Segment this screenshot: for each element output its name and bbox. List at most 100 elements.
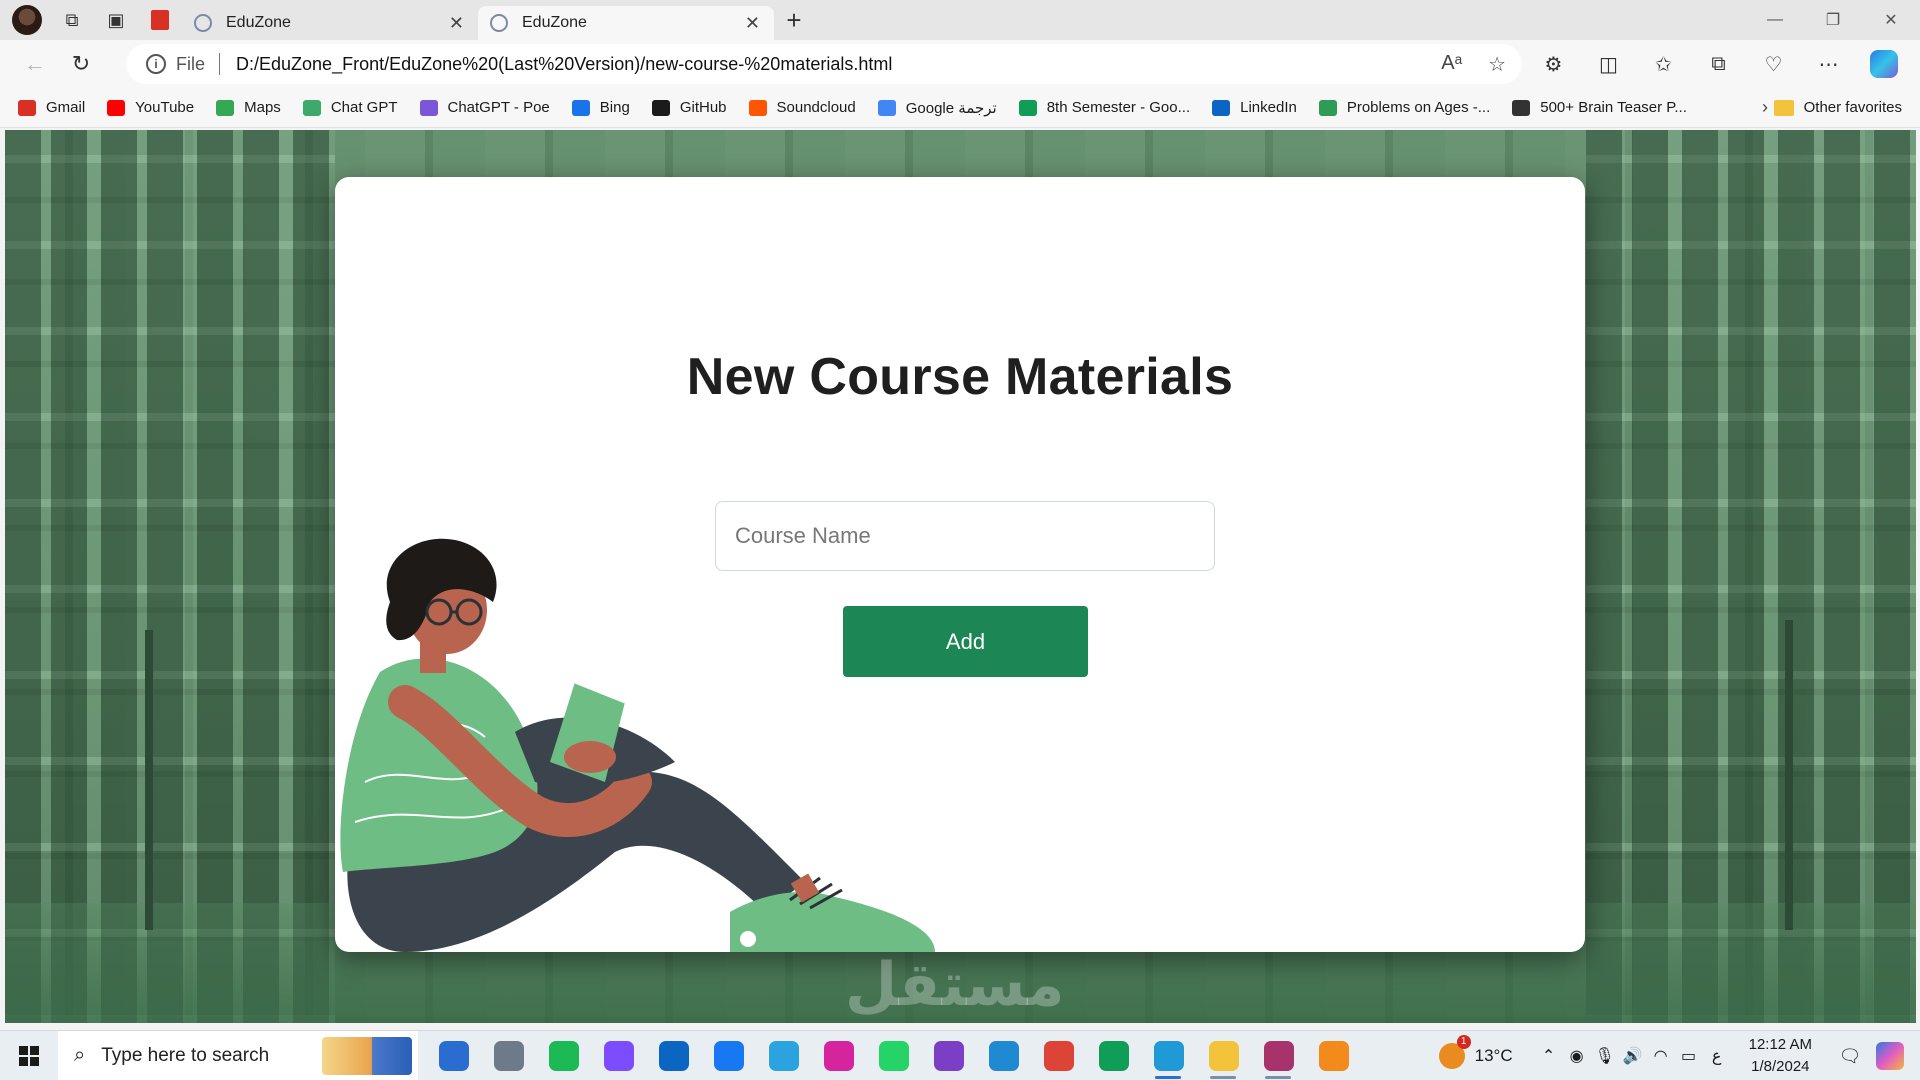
favorite-link[interactable]: 8th Semester - Goo... [1018, 99, 1191, 116]
favorites-list-icon[interactable]: ✩ [1636, 52, 1691, 77]
weather-sun-icon [1438, 1035, 1471, 1069]
pdf-tab-icon[interactable] [138, 0, 182, 40]
app-glyph [1318, 1040, 1349, 1071]
favorite-site-icon [748, 99, 767, 116]
microphone-icon[interactable]: 🎙 [1591, 1046, 1619, 1066]
microsoft-store-icon[interactable] [426, 1031, 481, 1080]
show-hidden-icons-chevron-icon[interactable]: ⌃ [1535, 1046, 1563, 1066]
whatsapp-icon[interactable] [866, 1031, 921, 1080]
tab-actions-icon[interactable]: ▣ [94, 0, 138, 40]
workspaces-icon[interactable]: ⧉ [50, 0, 94, 40]
meet-now-icon[interactable]: ◉ [1563, 1046, 1591, 1066]
favorite-link[interactable]: LinkedIn [1212, 99, 1297, 116]
clock[interactable]: 12:12 AM 1/8/2024 [1749, 1034, 1812, 1078]
tab-eduzone-1[interactable]: EduZone ✕ [182, 6, 478, 40]
favorite-link[interactable]: Problems on Ages -... [1318, 99, 1491, 116]
copilot-icon[interactable] [1870, 50, 1898, 78]
facebook-icon[interactable] [701, 1031, 756, 1080]
restore-icon[interactable]: ❐ [1804, 0, 1862, 40]
favorite-link[interactable]: Soundcloud [748, 99, 856, 116]
tab-title: EduZone [226, 14, 291, 31]
favorite-site-icon [1212, 99, 1231, 116]
browser-essentials-icon[interactable]: ♡ [1746, 52, 1801, 77]
messenger-icon[interactable] [591, 1031, 646, 1080]
favorite-link[interactable]: Gmail [18, 99, 85, 116]
favorite-link[interactable]: Maps [216, 99, 281, 116]
extensions-icon[interactable]: ⚙ [1526, 52, 1581, 77]
more-options-icon[interactable]: ⋯ [1801, 52, 1856, 77]
start-button[interactable] [0, 1031, 58, 1080]
background-building-right [1586, 130, 1916, 1023]
address-url[interactable]: D:/EduZone_Front/EduZone%20(Last%20Versi… [236, 54, 892, 75]
info-icon[interactable]: i [146, 54, 166, 74]
favorite-link[interactable]: 500+ Brain Teaser P... [1512, 99, 1687, 116]
favorite-site-icon [302, 99, 321, 116]
favorite-site-icon [877, 99, 896, 116]
favorite-link[interactable]: Google ترجمة [877, 99, 997, 117]
file-explorer-icon[interactable] [1196, 1031, 1251, 1080]
clock-date: 1/8/2024 [1751, 1058, 1810, 1075]
visual-studio-icon[interactable] [921, 1031, 976, 1080]
copilot-taskbar-icon[interactable] [1876, 1042, 1904, 1070]
page-title: New Course Materials [686, 348, 1234, 406]
weather-temperature: 13°C [1474, 1046, 1513, 1065]
split-screen-icon[interactable]: ◫ [1581, 52, 1636, 77]
read-aloud-icon[interactable]: A͏ᵃ [1441, 52, 1462, 77]
favorite-link[interactable]: Bing [571, 99, 630, 116]
edge-icon[interactable] [1141, 1031, 1196, 1080]
profile-avatar[interactable] [12, 5, 42, 35]
close-window-icon[interactable]: ✕ [1862, 0, 1920, 40]
taskbar-search[interactable]: ⌕ Type here to search [58, 1030, 418, 1080]
other-favorites-label: Other favorites [1803, 99, 1902, 116]
vscode-icon[interactable] [976, 1031, 1031, 1080]
linkedin-icon[interactable] [646, 1031, 701, 1080]
folder-icon [1773, 99, 1794, 116]
chrome-icon[interactable] [1031, 1031, 1086, 1080]
favorite-link[interactable]: ChatGPT - Poe [419, 99, 550, 116]
favorite-link[interactable]: GitHub [651, 99, 727, 116]
background-lamp-post [145, 630, 153, 930]
refresh-icon[interactable]: ↻ [58, 41, 104, 87]
volume-icon[interactable]: 🔊 [1619, 1046, 1647, 1066]
favorite-label: GitHub [679, 99, 727, 116]
tab-eduzone-2[interactable]: EduZone ✕ [478, 6, 774, 40]
instagram-icon[interactable] [811, 1031, 866, 1080]
collections-icon[interactable]: ⧉ [1691, 53, 1746, 76]
close-tab-icon[interactable]: ✕ [745, 13, 760, 34]
browser-toolbar: ← ↻ i File D:/EduZone_Front/EduZone%20(L… [0, 40, 1920, 88]
favorite-star-icon[interactable]: ☆ [1488, 52, 1506, 77]
other-favorites-folder[interactable]: Other favorites [1773, 99, 1902, 116]
minimize-icon[interactable]: — [1746, 0, 1804, 40]
sublime-icon[interactable] [1306, 1031, 1361, 1080]
app-glyph [438, 1040, 469, 1071]
address-bar[interactable]: i File D:/EduZone_Front/EduZone%20(Last%… [126, 44, 1522, 84]
favorite-link[interactable]: Chat GPT [302, 99, 398, 116]
input-language[interactable]: ع [1703, 1046, 1731, 1066]
favorite-site-icon [107, 99, 126, 116]
background-lamp-post [1785, 620, 1793, 930]
search-icon: ⌕ [74, 1044, 86, 1066]
new-tab-button[interactable]: + [774, 5, 814, 36]
favorite-label: 8th Semester - Goo... [1046, 99, 1191, 116]
taskbar-apps [426, 1031, 1361, 1080]
favorite-link[interactable]: YouTube [107, 99, 194, 116]
wifi-icon[interactable]: ◠ [1647, 1046, 1675, 1066]
favorite-label: LinkedIn [1240, 99, 1297, 116]
eduzone-favicon [490, 14, 508, 32]
app-glyph [823, 1040, 854, 1071]
favorite-site-icon [216, 99, 235, 116]
winrar-icon[interactable] [1251, 1031, 1306, 1080]
weather-widget[interactable]: 13°C [1438, 1035, 1513, 1069]
notifications-icon[interactable]: 🗨 [1830, 1046, 1870, 1067]
chrome-profile-icon[interactable] [1086, 1031, 1141, 1080]
eduzone-favicon [194, 14, 212, 32]
system-tray: 13°C ⌃ ◉ 🎙 🔊 ◠ ▭ ع 12:12 AM 1/8/2024 🗨 [1438, 1031, 1920, 1080]
more-favorites-chevron-icon[interactable]: › [1762, 97, 1768, 118]
telegram-icon[interactable] [756, 1031, 811, 1080]
close-tab-icon[interactable]: ✕ [449, 13, 464, 34]
spotify-icon[interactable] [536, 1031, 591, 1080]
favorite-label: Problems on Ages -... [1346, 99, 1491, 116]
battery-icon[interactable]: ▭ [1675, 1046, 1703, 1066]
back-arrow-icon[interactable]: ← [12, 41, 58, 87]
calculator-icon[interactable] [481, 1031, 536, 1080]
